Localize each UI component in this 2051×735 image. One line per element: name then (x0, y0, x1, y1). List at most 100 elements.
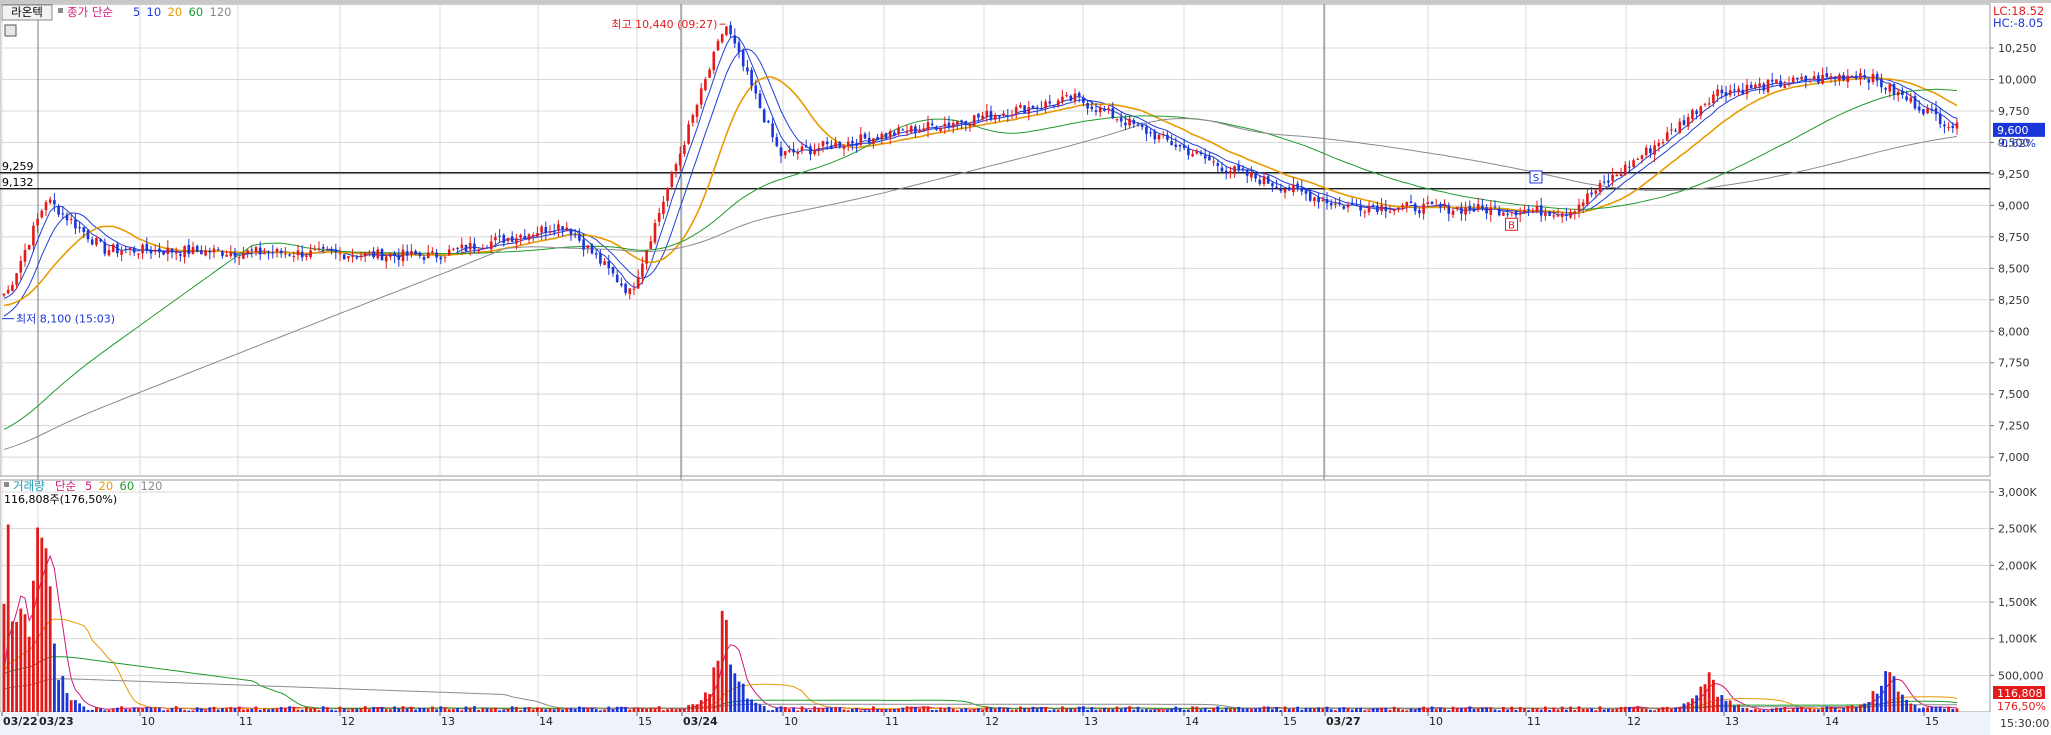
volume-bar (494, 707, 497, 712)
candle-body (1724, 92, 1728, 97)
volume-bar (1107, 708, 1110, 712)
candle-body (27, 244, 31, 250)
time-tick-label: 11 (239, 715, 253, 728)
volume-bar (1178, 707, 1182, 712)
volume-bar (1682, 703, 1686, 712)
candle-body (1439, 205, 1442, 208)
volume-bar (1086, 709, 1089, 712)
candle-body (540, 226, 543, 233)
settings-icon[interactable] (4, 24, 17, 37)
candle-body (515, 238, 518, 244)
volume-bar (183, 709, 186, 712)
candle-body (1014, 107, 1018, 114)
volume-bar (1460, 707, 1463, 712)
time-tick-label: 15 (638, 715, 652, 728)
volume-bar (1892, 676, 1896, 712)
candle-body (657, 212, 661, 222)
candle-body (687, 124, 690, 144)
time-tick-label: 13 (1084, 715, 1098, 728)
candle-body (636, 276, 640, 289)
candle-body (1363, 211, 1367, 213)
candle-body (2, 293, 6, 296)
stock-chart-canvas[interactable]: 9,259 9,132 7,000 7,250 7,500 7,750 8,000 8,25… (0, 0, 2051, 735)
candle-body (998, 115, 1001, 117)
candle-body (1376, 205, 1379, 213)
volume-bar (1535, 708, 1539, 712)
candle-body (930, 123, 934, 126)
candle-body (317, 248, 321, 250)
candle-body (1787, 83, 1791, 85)
candle-body (1010, 114, 1014, 117)
candle-body (1674, 130, 1677, 132)
volume-bar (1321, 708, 1325, 712)
legend-item: 20 (168, 5, 183, 19)
volume-bar (1035, 708, 1039, 712)
candle-body (313, 249, 317, 251)
volume-bar (11, 621, 14, 712)
volume-bar (636, 707, 640, 712)
legend-item: 종가 단순 (67, 5, 113, 19)
candle-body (851, 141, 854, 144)
candle-body (78, 227, 81, 229)
volume-bar (935, 709, 938, 712)
volume-bar (317, 710, 321, 712)
volume-bar (1002, 708, 1005, 712)
volume-bar (687, 705, 690, 712)
volume-bar (594, 709, 598, 712)
candle-body (544, 227, 548, 233)
volume-bar (246, 709, 249, 712)
candle-body (65, 214, 69, 221)
candle-body (1640, 155, 1644, 159)
candle-body (397, 255, 401, 260)
volume-bar (405, 708, 409, 712)
volume-bar (485, 708, 489, 712)
candle-body (628, 288, 632, 295)
volume-bar (1896, 691, 1900, 712)
volume-bar (334, 710, 338, 712)
volume-panel[interactable]: 500,000 1,000K 1,500K 2,000K 2,500K 3,000K (0, 479, 2044, 713)
candle-body (1909, 97, 1913, 102)
candle-body (519, 234, 522, 238)
volume-bar (1817, 709, 1820, 712)
volume-bar (1796, 707, 1799, 712)
volume-bar (1611, 709, 1614, 712)
volume-bar (78, 703, 81, 712)
volume-bar (1052, 709, 1056, 712)
candle-body (809, 146, 812, 155)
candle-body (1073, 93, 1077, 101)
volume-bar (1103, 707, 1106, 712)
volume-bar (1056, 709, 1060, 712)
volume-bar (725, 619, 728, 712)
legend-item: 거래량 (13, 479, 45, 493)
candle-body (1518, 213, 1522, 215)
candle-body (1468, 205, 1472, 211)
candle-body (1745, 84, 1749, 95)
volume-bar (817, 708, 821, 712)
candle-body (1678, 121, 1682, 133)
volume-bar (389, 709, 392, 712)
volume-bar (540, 708, 543, 712)
candle-body (23, 250, 27, 262)
time-tick-label: 11 (1527, 715, 1541, 728)
candle-body (1157, 134, 1161, 140)
volume-bar (1094, 709, 1098, 712)
volume-bar (74, 700, 77, 712)
volume-bar (1014, 709, 1018, 712)
volume-bar (1367, 710, 1371, 712)
candle-body (708, 69, 711, 78)
candle-body (149, 250, 153, 254)
volume-bar (548, 708, 552, 712)
candle-body (1124, 122, 1127, 126)
volume-bar (1552, 707, 1556, 712)
volume-bar (666, 709, 669, 712)
candle-body (1178, 145, 1182, 147)
volume-bar (783, 706, 787, 712)
volume-bar (401, 706, 405, 712)
volume-bar (1926, 707, 1929, 712)
volume-bar (61, 676, 65, 712)
candle-body (1825, 73, 1829, 77)
volume-bar (1863, 703, 1866, 712)
volume-bar (1665, 706, 1669, 712)
volume-bar (1304, 707, 1308, 712)
time-tick-label: 15 (1925, 715, 1939, 728)
